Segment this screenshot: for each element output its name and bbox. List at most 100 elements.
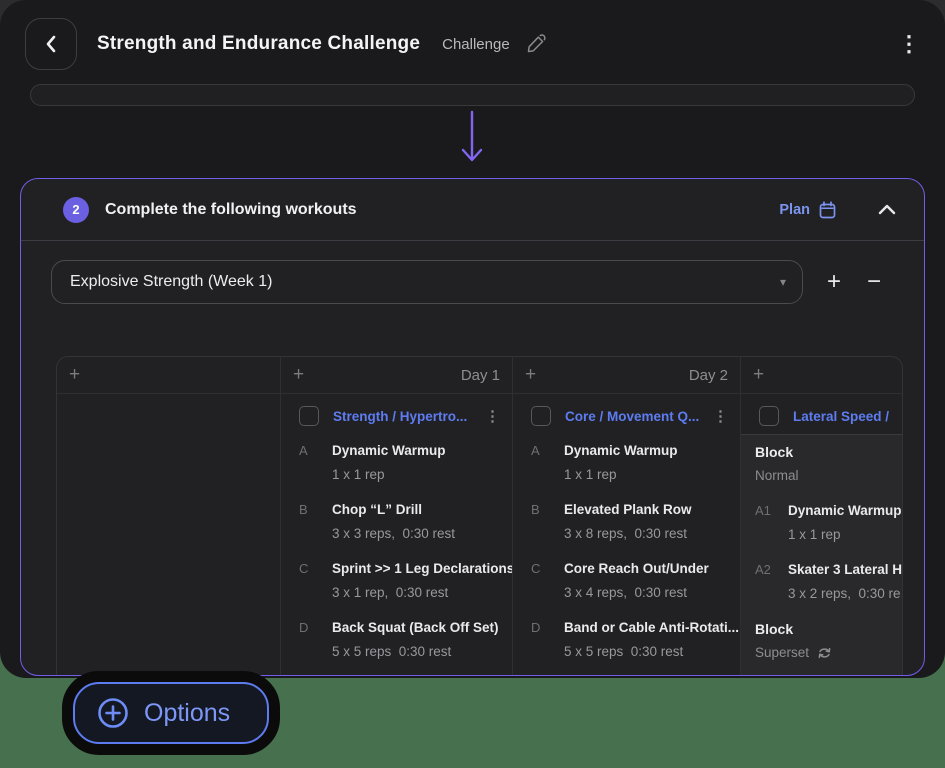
workout-checkbox[interactable] xyxy=(759,406,779,426)
exercise-name: Skater 3 Lateral Ho xyxy=(788,558,902,582)
exercise-row[interactable]: A Dynamic Warmup1 x 1 rep xyxy=(531,439,740,487)
grid-cell-empty xyxy=(57,394,281,676)
add-workout-icon[interactable]: + xyxy=(293,364,304,386)
exercise-detail: 1 x 1 rep xyxy=(332,463,446,487)
exercise-detail: 5 x 5 reps 0:30 rest xyxy=(564,640,739,664)
week-selector-value: Explosive Strength (Week 1) xyxy=(70,273,272,291)
grid-body-row: Strength / Hypertro... ⋮ A Dynamic Warmu… xyxy=(57,394,902,676)
workout-title-link[interactable]: Strength / Hypertro... xyxy=(333,409,479,424)
exercise-label: A2 xyxy=(755,558,788,606)
step-title: Complete the following workouts xyxy=(105,201,357,219)
block-subtitle: Superset xyxy=(755,641,809,665)
exercise-name: Dynamic Warmup xyxy=(564,439,678,463)
exercise-label: D xyxy=(531,616,564,664)
block-title: Block xyxy=(755,440,902,464)
calendar-icon xyxy=(819,201,836,219)
step-2-card: 2 Complete the following workouts Plan E… xyxy=(20,178,925,676)
grid-header-cell-day2: + Day 2 xyxy=(513,357,741,393)
block-title: Block xyxy=(755,617,902,641)
superset-cycle-icon xyxy=(817,646,832,660)
exercise-label: A xyxy=(299,439,332,487)
workout-checkbox[interactable] xyxy=(531,406,551,426)
collapsed-step-card[interactable] xyxy=(30,84,915,106)
exercise-label: A1 xyxy=(755,499,788,547)
options-button[interactable]: Options xyxy=(73,682,269,744)
day-label: Day 2 xyxy=(689,367,728,384)
workout-title-row: Lateral Speed / Ply xyxy=(741,394,902,434)
exercise-label: A xyxy=(531,439,564,487)
add-workout-icon[interactable]: + xyxy=(753,364,764,386)
exercise-detail: 3 x 1 rep, 0:30 rest xyxy=(332,581,513,605)
exercise-row[interactable]: B Elevated Plank Row3 x 8 reps, 0:30 res… xyxy=(531,498,740,546)
exercise-detail: 3 x 4 reps, 0:30 rest xyxy=(564,581,709,605)
exercise-name: Dynamic Warmup xyxy=(332,439,446,463)
exercise-row[interactable]: A Dynamic Warmup1 x 1 rep xyxy=(299,439,512,487)
exercise-detail: 3 x 2 reps, 0:30 re xyxy=(788,582,902,606)
exercise-detail: 3 x 3 reps, 0:30 rest xyxy=(332,522,455,546)
exercise-name: Back Squat (Back Off Set) xyxy=(332,616,499,640)
grid-header-cell-rest: + xyxy=(57,357,281,393)
exercise-detail: 1 x 1 rep xyxy=(788,523,902,547)
grid-header-row: + + Day 1 + Day 2 + xyxy=(57,357,902,394)
exercise-row[interactable]: C Sprint >> 1 Leg Declarations3 x 1 rep,… xyxy=(299,557,512,605)
block-subtitle: Normal xyxy=(755,464,799,488)
exercise-row[interactable]: D Back Squat (Back Off Set)5 x 5 reps 0:… xyxy=(299,616,512,664)
week-selector[interactable]: Explosive Strength (Week 1) ▾ xyxy=(51,260,803,304)
step-card-header: 2 Complete the following workouts Plan xyxy=(21,179,924,241)
exercise-label: B xyxy=(531,498,564,546)
overflow-menu-icon[interactable]: ⋮ xyxy=(898,33,920,55)
plan-label: Plan xyxy=(779,202,810,218)
exercise-label: B xyxy=(299,498,332,546)
challenge-type-label: Challenge xyxy=(442,36,510,53)
add-week-button[interactable]: + xyxy=(827,270,841,294)
exercise-name: Band or Cable Anti-Rotati... xyxy=(564,616,739,640)
workout-title-row: Strength / Hypertro... ⋮ xyxy=(281,394,512,434)
block-header[interactable]: Block Normal xyxy=(755,440,902,488)
back-button[interactable] xyxy=(25,18,77,70)
workout-menu-icon[interactable]: ⋮ xyxy=(485,407,500,425)
workout-menu-icon[interactable]: ⋮ xyxy=(713,407,728,425)
workout-grid: + + Day 1 + Day 2 + xyxy=(56,356,903,676)
exercise-row[interactable]: B Chop “L” Drill3 x 3 reps, 0:30 rest xyxy=(299,498,512,546)
workout-title-row: Core / Movement Q... ⋮ xyxy=(513,394,740,434)
exercise-row[interactable]: A1 Dynamic Warmup1 x 1 rep xyxy=(755,499,902,547)
week-selector-row: Explosive Strength (Week 1) ▾ + − xyxy=(51,260,894,304)
options-button-highlight-ring: Options xyxy=(62,671,280,755)
grid-cell-day2: Core / Movement Q... ⋮ A Dynamic Warmup1… xyxy=(513,394,741,676)
add-workout-icon[interactable]: + xyxy=(69,364,80,386)
options-button-label: Options xyxy=(144,699,230,728)
add-workout-icon[interactable]: + xyxy=(525,364,536,386)
exercise-name: Sprint >> 1 Leg Declarations xyxy=(332,557,513,581)
exercise-row[interactable]: D Band or Cable Anti-Rotati...5 x 5 reps… xyxy=(531,616,740,664)
exercise-label: D xyxy=(299,616,332,664)
exercise-row[interactable]: A2 Skater 3 Lateral Ho3 x 2 reps, 0:30 r… xyxy=(755,558,902,606)
block-header[interactable]: Block Superset xyxy=(755,617,902,665)
exercise-name: Core Reach Out/Under xyxy=(564,557,709,581)
exercise-name: Chop “L” Drill xyxy=(332,498,455,522)
flow-arrow-down-icon xyxy=(458,110,486,166)
exercise-row[interactable]: C Core Reach Out/Under3 x 4 reps, 0:30 r… xyxy=(531,557,740,605)
top-bar: Strength and Endurance Challenge Challen… xyxy=(25,18,920,70)
exercise-detail: 3 x 8 reps, 0:30 rest xyxy=(564,522,692,546)
workout-title-link[interactable]: Core / Movement Q... xyxy=(565,409,707,424)
workout-title-link[interactable]: Lateral Speed / Ply xyxy=(793,409,890,424)
grid-header-cell-day3: + xyxy=(741,357,902,393)
workout-blocks-panel: Block Normal A1 Dynamic Warmup1 x 1 rep … xyxy=(741,434,902,676)
plan-button[interactable]: Plan xyxy=(779,201,836,219)
grid-header-cell-day1: + Day 1 xyxy=(281,357,513,393)
app-window: Strength and Endurance Challenge Challen… xyxy=(0,0,945,678)
exercise-name: Elevated Plank Row xyxy=(564,498,692,522)
collapse-section-button[interactable] xyxy=(878,204,896,215)
exercise-label: C xyxy=(531,557,564,605)
chevron-up-icon xyxy=(878,204,896,215)
page-title: Strength and Endurance Challenge xyxy=(97,33,420,55)
edit-pencil-icon[interactable] xyxy=(526,34,546,54)
grid-cell-day1: Strength / Hypertro... ⋮ A Dynamic Warmu… xyxy=(281,394,513,676)
exercise-name: Dynamic Warmup xyxy=(788,499,902,523)
exercise-detail: 1 x 1 rep xyxy=(564,463,678,487)
plus-circle-icon xyxy=(97,697,129,729)
workout-checkbox[interactable] xyxy=(299,406,319,426)
remove-week-button[interactable]: − xyxy=(867,270,881,294)
exercise-detail: 5 x 5 reps 0:30 rest xyxy=(332,640,499,664)
chevron-left-icon xyxy=(44,35,58,53)
